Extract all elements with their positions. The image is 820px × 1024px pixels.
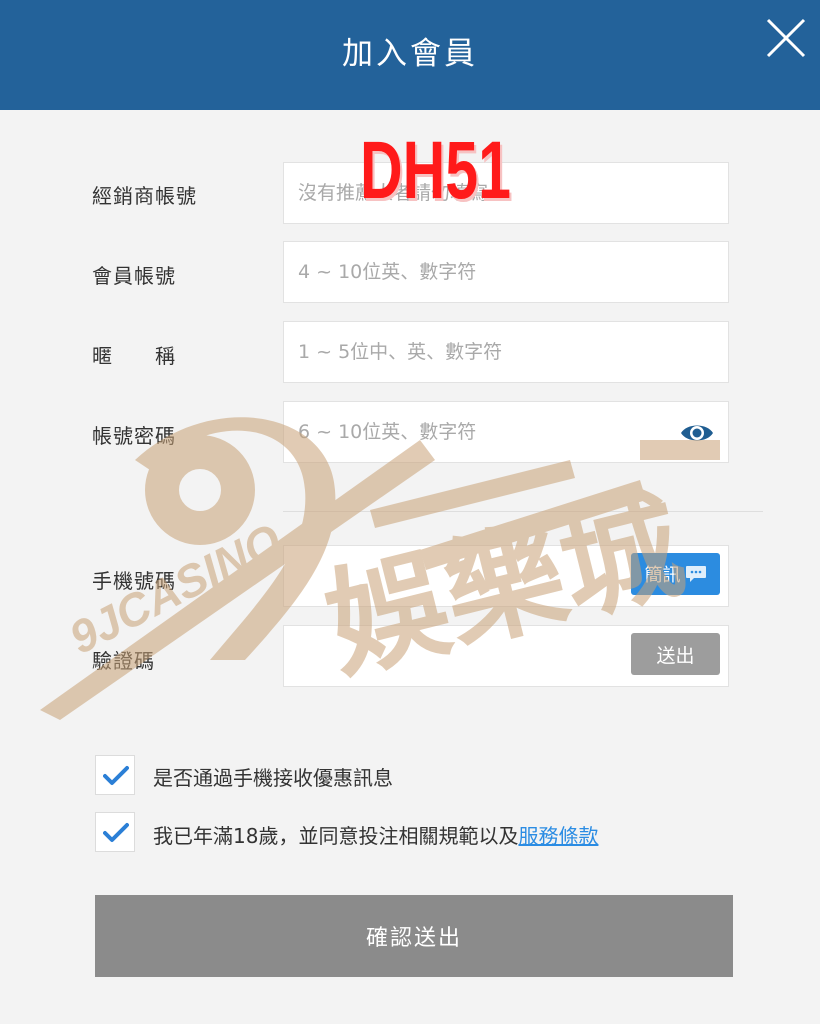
verify-code-label: 驗證碼 <box>92 649 155 673</box>
checkmark-icon <box>103 766 129 785</box>
nickname-label: 暱 稱 <box>92 344 176 368</box>
promo-sms-label: 是否通過手機接收優惠訊息 <box>153 766 393 790</box>
promo-code-overlay: DH51 <box>360 125 511 216</box>
page-title: 加入會員 <box>342 36 478 72</box>
agree-terms-checkbox[interactable] <box>95 812 135 852</box>
sms-button-label: 簡訊 <box>644 565 681 586</box>
chat-bubble-icon <box>685 566 706 582</box>
terms-link[interactable]: 服務條款 <box>518 824 598 848</box>
section-divider <box>283 511 763 512</box>
password-input[interactable] <box>283 401 729 463</box>
password-label: 帳號密碼 <box>92 424 176 448</box>
promo-sms-checkbox[interactable] <box>95 755 135 795</box>
send-code-button[interactable]: 送出 <box>631 633 720 675</box>
eye-icon[interactable] <box>680 420 714 446</box>
modal-header: 加入會員 <box>0 0 820 110</box>
close-button[interactable] <box>762 14 810 62</box>
submit-button[interactable]: 確認送出 <box>95 895 733 977</box>
nickname-input[interactable] <box>283 321 729 383</box>
member-account-input[interactable] <box>283 241 729 303</box>
sms-button[interactable]: 簡訊 <box>631 553 720 595</box>
dealer-account-label: 經銷商帳號 <box>92 184 197 208</box>
agree-terms-label: 我已年滿18歲，並同意投注相關規範以及服務條款 <box>153 820 598 849</box>
close-icon <box>766 18 806 58</box>
member-account-label: 會員帳號 <box>92 264 176 288</box>
agree-terms-text: 我已年滿18歲，並同意投注相關規範以及 <box>153 824 519 848</box>
phone-label: 手機號碼 <box>92 569 176 593</box>
checkmark-icon <box>103 823 129 842</box>
